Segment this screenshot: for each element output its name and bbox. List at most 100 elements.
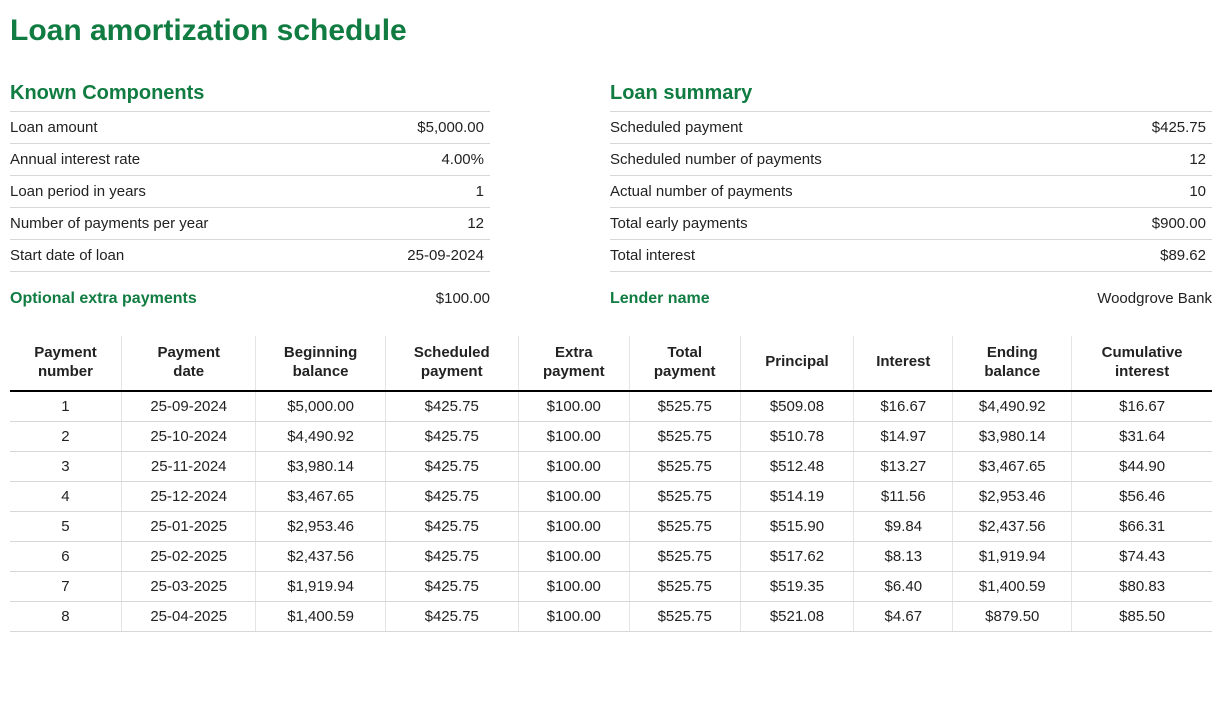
schedule-cell: $1,919.94 bbox=[256, 571, 385, 601]
schedule-cell: $66.31 bbox=[1072, 511, 1212, 541]
schedule-cell: $4,490.92 bbox=[953, 391, 1072, 422]
schedule-cell: $525.75 bbox=[629, 541, 740, 571]
col-extra-payment: Extrapayment bbox=[518, 336, 629, 391]
schedule-cell: $85.50 bbox=[1072, 601, 1212, 631]
known-row: Number of payments per year 12 bbox=[10, 208, 490, 240]
schedule-cell: $1,400.59 bbox=[256, 601, 385, 631]
col-cumulative-interest: Cumulativeinterest bbox=[1072, 336, 1212, 391]
known-value: 1 bbox=[349, 176, 490, 208]
schedule-cell: $521.08 bbox=[740, 601, 854, 631]
summary-label: Total interest bbox=[610, 240, 1079, 272]
known-label: Loan period in years bbox=[10, 176, 349, 208]
schedule-cell: $525.75 bbox=[629, 571, 740, 601]
col-total-payment: Totalpayment bbox=[629, 336, 740, 391]
col-ending-balance: Endingbalance bbox=[953, 336, 1072, 391]
schedule-cell: $525.75 bbox=[629, 601, 740, 631]
schedule-row: 125-09-2024$5,000.00$425.75$100.00$525.7… bbox=[10, 391, 1212, 422]
known-row: Loan amount $5,000.00 bbox=[10, 112, 490, 144]
schedule-cell: $100.00 bbox=[518, 541, 629, 571]
known-value: 12 bbox=[349, 208, 490, 240]
schedule-cell: $2,437.56 bbox=[256, 541, 385, 571]
schedule-row: 625-02-2025$2,437.56$425.75$100.00$525.7… bbox=[10, 541, 1212, 571]
schedule-cell: $44.90 bbox=[1072, 451, 1212, 481]
schedule-cell: 25-12-2024 bbox=[121, 481, 256, 511]
known-value: 4.00% bbox=[349, 144, 490, 176]
schedule-cell: $4.67 bbox=[854, 601, 953, 631]
schedule-cell: $3,980.14 bbox=[256, 451, 385, 481]
schedule-cell: 25-03-2025 bbox=[121, 571, 256, 601]
schedule-cell: $14.97 bbox=[854, 421, 953, 451]
schedule-cell: $425.75 bbox=[385, 421, 518, 451]
schedule-cell: $16.67 bbox=[854, 391, 953, 422]
schedule-cell: $425.75 bbox=[385, 541, 518, 571]
schedule-cell: 1 bbox=[10, 391, 121, 422]
schedule-cell: $80.83 bbox=[1072, 571, 1212, 601]
schedule-cell: 25-10-2024 bbox=[121, 421, 256, 451]
schedule-cell: $425.75 bbox=[385, 481, 518, 511]
schedule-cell: $8.13 bbox=[854, 541, 953, 571]
schedule-cell: 7 bbox=[10, 571, 121, 601]
summary-label: Scheduled number of payments bbox=[610, 144, 1079, 176]
summary-value: $89.62 bbox=[1079, 240, 1212, 272]
schedule-row: 525-01-2025$2,953.46$425.75$100.00$525.7… bbox=[10, 511, 1212, 541]
known-components-table: Loan amount $5,000.00 Annual interest ra… bbox=[10, 111, 490, 272]
schedule-cell: $517.62 bbox=[740, 541, 854, 571]
summary-value: $900.00 bbox=[1079, 208, 1212, 240]
col-payment-number: Paymentnumber bbox=[10, 336, 121, 391]
schedule-cell: $519.35 bbox=[740, 571, 854, 601]
schedule-cell: $2,953.46 bbox=[953, 481, 1072, 511]
schedule-row: 325-11-2024$3,980.14$425.75$100.00$525.7… bbox=[10, 451, 1212, 481]
schedule-cell: 25-02-2025 bbox=[121, 541, 256, 571]
summary-row: Actual number of payments 10 bbox=[610, 176, 1212, 208]
summary-value: $425.75 bbox=[1079, 112, 1212, 144]
schedule-cell: $100.00 bbox=[518, 421, 629, 451]
schedule-cell: $13.27 bbox=[854, 451, 953, 481]
known-value: 25-09-2024 bbox=[349, 240, 490, 272]
schedule-cell: $56.46 bbox=[1072, 481, 1212, 511]
summary-row: Scheduled number of payments 12 bbox=[610, 144, 1212, 176]
known-row: Loan period in years 1 bbox=[10, 176, 490, 208]
schedule-cell: 25-01-2025 bbox=[121, 511, 256, 541]
col-payment-date: Paymentdate bbox=[121, 336, 256, 391]
schedule-cell: $525.75 bbox=[629, 451, 740, 481]
schedule-cell: $3,467.65 bbox=[256, 481, 385, 511]
schedule-table: Paymentnumber Paymentdate Beginningbalan… bbox=[10, 336, 1212, 632]
schedule-cell: $509.08 bbox=[740, 391, 854, 422]
schedule-cell: 4 bbox=[10, 481, 121, 511]
schedule-cell: $2,953.46 bbox=[256, 511, 385, 541]
col-beginning-balance: Beginningbalance bbox=[256, 336, 385, 391]
schedule-header-row: Paymentnumber Paymentdate Beginningbalan… bbox=[10, 336, 1212, 391]
schedule-cell: $4,490.92 bbox=[256, 421, 385, 451]
schedule-cell: $6.40 bbox=[854, 571, 953, 601]
schedule-cell: $31.64 bbox=[1072, 421, 1212, 451]
schedule-cell: $100.00 bbox=[518, 571, 629, 601]
schedule-cell: $3,980.14 bbox=[953, 421, 1072, 451]
schedule-cell: $425.75 bbox=[385, 391, 518, 422]
schedule-cell: $11.56 bbox=[854, 481, 953, 511]
schedule-cell: $3,467.65 bbox=[953, 451, 1072, 481]
summary-label: Total early payments bbox=[610, 208, 1079, 240]
lender-name-value: Woodgrove Bank bbox=[1097, 290, 1212, 308]
known-label: Number of payments per year bbox=[10, 208, 349, 240]
lender-name-label: Lender name bbox=[610, 290, 710, 308]
schedule-cell: 25-09-2024 bbox=[121, 391, 256, 422]
schedule-cell: $425.75 bbox=[385, 511, 518, 541]
summary-value: 10 bbox=[1079, 176, 1212, 208]
schedule-cell: $525.75 bbox=[629, 391, 740, 422]
schedule-cell: $5,000.00 bbox=[256, 391, 385, 422]
schedule-cell: $425.75 bbox=[385, 451, 518, 481]
schedule-cell: 8 bbox=[10, 601, 121, 631]
schedule-row: 725-03-2025$1,919.94$425.75$100.00$525.7… bbox=[10, 571, 1212, 601]
summary-row: Scheduled payment $425.75 bbox=[610, 112, 1212, 144]
summary-row: Total interest $89.62 bbox=[610, 240, 1212, 272]
summary-label: Actual number of payments bbox=[610, 176, 1079, 208]
known-components-heading: Known Components bbox=[10, 82, 490, 105]
schedule-cell: $1,400.59 bbox=[953, 571, 1072, 601]
amortization-schedule: Paymentnumber Paymentdate Beginningbalan… bbox=[10, 336, 1212, 632]
summary-row: Total early payments $900.00 bbox=[610, 208, 1212, 240]
loan-summary-section: Loan summary Scheduled payment $425.75 S… bbox=[610, 82, 1212, 308]
schedule-cell: $16.67 bbox=[1072, 391, 1212, 422]
loan-summary-table: Scheduled payment $425.75 Scheduled numb… bbox=[610, 111, 1212, 272]
schedule-cell: $515.90 bbox=[740, 511, 854, 541]
schedule-cell: $510.78 bbox=[740, 421, 854, 451]
